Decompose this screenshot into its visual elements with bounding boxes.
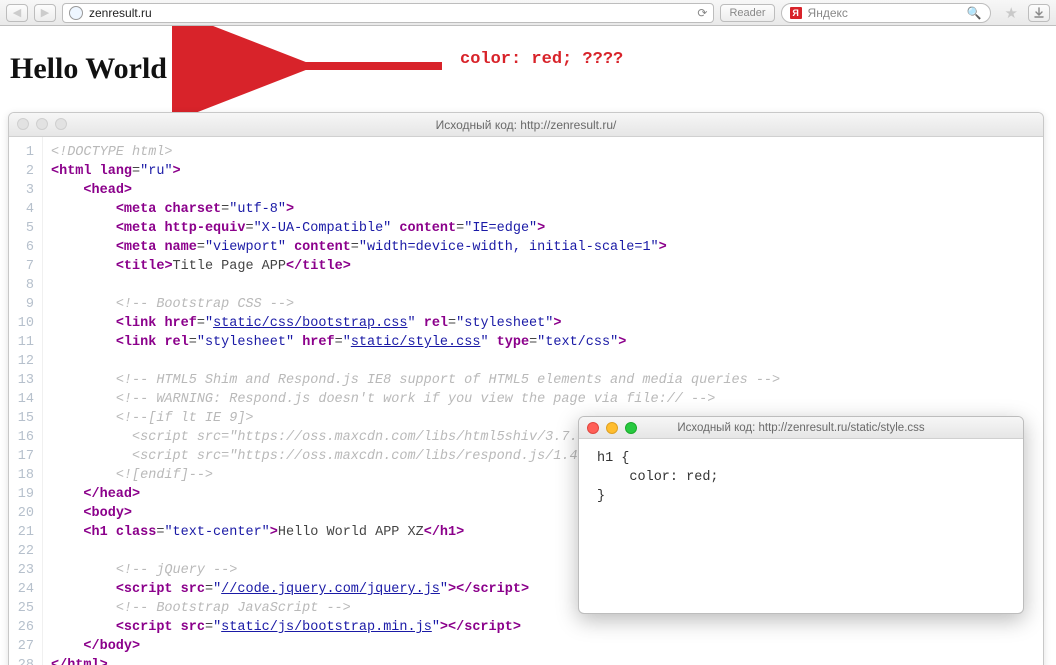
code-line: <!-- WARNING: Respond.js doesn't work if… xyxy=(51,390,780,409)
code-line: <meta http-equiv="X-UA-Compatible" conte… xyxy=(51,219,780,238)
source-titlebar[interactable]: Исходный код: http://zenresult.ru/ xyxy=(9,113,1043,137)
search-field[interactable]: Я Яндекс 🔍 xyxy=(781,3,991,23)
site-icon xyxy=(69,6,83,20)
reader-button[interactable]: Reader xyxy=(720,4,774,22)
code-line: <!-- Bootstrap CSS --> xyxy=(51,295,780,314)
window-maximize-icon[interactable] xyxy=(55,118,67,130)
downloads-button[interactable] xyxy=(1028,4,1050,22)
window-close-icon[interactable] xyxy=(587,422,599,434)
back-button[interactable]: ◀ xyxy=(6,4,28,22)
browser-toolbar: ◀ ▶ zenresult.ru ⟳ Reader Я Яндекс 🔍 ★ xyxy=(0,0,1056,26)
code-line: <!DOCTYPE html> xyxy=(51,143,780,162)
window-minimize-icon[interactable] xyxy=(36,118,48,130)
code-line: <script src="static/js/bootstrap.min.js"… xyxy=(51,618,780,637)
code-line: </body> xyxy=(51,637,780,656)
code-line: </html> xyxy=(51,656,780,665)
forward-button[interactable]: ▶ xyxy=(34,4,56,22)
search-icon[interactable]: 🔍 xyxy=(967,6,982,20)
popup-window-title: Исходный код: http://zenresult.ru/static… xyxy=(669,422,932,434)
page-content: Hello World APP XZ color: red; ???? Исхо… xyxy=(0,26,1056,665)
reload-icon[interactable]: ⟳ xyxy=(697,6,707,20)
code-line: <head> xyxy=(51,181,780,200)
window-close-icon[interactable] xyxy=(17,118,29,130)
line-number-gutter: 1234567891011121314151617181920212223242… xyxy=(9,137,43,665)
stylesheet-popup-window: Исходный код: http://zenresult.ru/static… xyxy=(578,416,1024,614)
window-minimize-icon[interactable] xyxy=(606,422,618,434)
traffic-lights xyxy=(17,118,67,130)
download-icon xyxy=(1033,7,1045,19)
reader-label: Reader xyxy=(729,7,765,19)
code-line: <link rel="stylesheet" href="static/styl… xyxy=(51,333,780,352)
annotation-text: color: red; ???? xyxy=(460,50,623,69)
code-line xyxy=(51,276,780,295)
traffic-lights xyxy=(587,422,637,434)
popup-titlebar[interactable]: Исходный код: http://zenresult.ru/static… xyxy=(579,417,1023,439)
code-line: <html lang="ru"> xyxy=(51,162,780,181)
popup-css-body[interactable]: h1 { color: red; } xyxy=(579,439,1023,516)
search-placeholder: Яндекс xyxy=(808,6,961,20)
code-line xyxy=(51,352,780,371)
url-text: zenresult.ru xyxy=(89,6,691,20)
window-maximize-icon[interactable] xyxy=(625,422,637,434)
yandex-icon: Я xyxy=(790,7,802,19)
code-line: <meta charset="utf-8"> xyxy=(51,200,780,219)
code-line: <!-- HTML5 Shim and Respond.js IE8 suppo… xyxy=(51,371,780,390)
code-line: <meta name="viewport" content="width=dev… xyxy=(51,238,780,257)
bookmark-icon[interactable]: ★ xyxy=(1005,4,1018,22)
code-line: <link href="static/css/bootstrap.css" re… xyxy=(51,314,780,333)
address-bar[interactable]: zenresult.ru ⟳ xyxy=(62,3,714,23)
code-line: <title>Title Page APP</title> xyxy=(51,257,780,276)
source-window-title: Исходный код: http://zenresult.ru/ xyxy=(436,118,617,132)
